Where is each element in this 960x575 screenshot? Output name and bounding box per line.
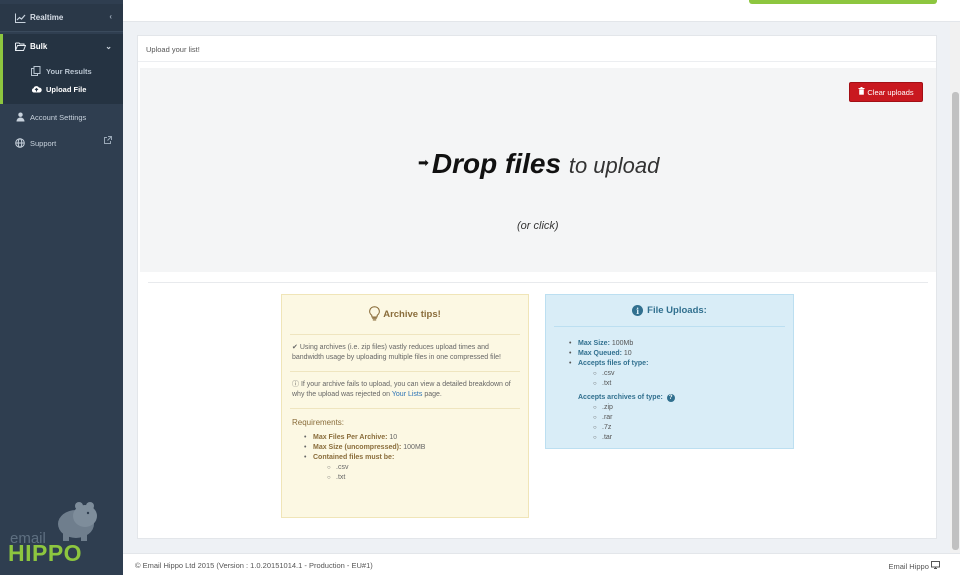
logo-word-hippo: HIPPO [8,540,83,566]
sidebar-subitem-label: Your Results [46,66,92,76]
accepts-archives-label: Accepts archives of type: ? [578,393,793,403]
sidebar-item-support[interactable]: Support [0,130,123,156]
sidebar-item-upload-file[interactable]: Upload File [3,80,123,98]
list-item: .txt [325,473,528,483]
footer: © Email Hippo Ltd 2015 (Version : 1.0.20… [123,553,960,575]
requirement-label: Max Files Per Archive: [313,434,388,441]
lightbulb-icon [369,305,381,324]
chart-line-icon [14,12,26,24]
list-item: Accepts files of type: .csv .txt [568,359,793,389]
chevron-left-icon: ‹ [109,12,112,21]
your-lists-link[interactable]: Your Lists [392,391,422,398]
sidebar-item-label: Bulk [30,41,48,51]
accepted-archive-types: .zip .rar .7z .tar [592,403,793,443]
archive-tips-card: Archive tips! ✔ Using archives (i.e. zip… [281,294,529,518]
requirement-label: Contained files must be: [313,454,395,461]
list-item: .txt [592,379,793,389]
email-hippo-logo: email HIPPO [8,500,108,570]
hippo-icon [58,502,97,541]
tip-archives-text: Using archives (i.e. zip files) vastly r… [292,344,501,361]
sidebar-item-realtime[interactable]: Realtime ‹ [0,4,123,32]
max-queued-value: 10 [623,350,632,357]
sidebar-item-label: Account Settings [30,112,87,122]
archive-tips-header: Archive tips! [290,295,520,335]
list-item: Max Queued: 10 [568,349,793,359]
panel-title: Upload your list! [138,36,936,62]
drop-bold-text: Drop files [431,148,562,179]
sidebar-item-your-results[interactable]: Your Results [3,62,123,80]
list-item: .zip [592,403,793,413]
requirements-title: Requirements: [292,418,345,427]
scrollbar-thumb[interactable] [952,92,959,550]
accepts-archives-text: Accepts archives of type: [578,394,663,401]
sidebar: Realtime ‹ Bulk ⌄ Your Results Upload Fi… [0,0,123,575]
top-action-button[interactable] [749,0,937,4]
list-item: .tar [592,433,793,443]
max-size-label: Max Size: [578,340,610,347]
max-queued-label: Max Queued: [578,350,622,357]
info-circle-icon: ⓘ [292,381,299,388]
copy-icon [30,66,42,76]
file-uploads-card: i File Uploads: Max Size: 100Mb Max Queu… [545,294,794,449]
list-item: Max Size (uncompressed): 100MB [302,443,528,453]
user-icon [14,111,26,123]
tip-archives: ✔ Using archives (i.e. zip files) vastly… [290,335,520,372]
accepted-file-types: .csv .txt [592,369,793,389]
list-item: .7z [592,423,793,433]
tip-failed-suffix: page. [424,391,442,398]
list-item: .csv [592,369,793,379]
sidebar-item-account-settings[interactable]: Account Settings [0,104,123,130]
requirement-value: 10 [389,434,398,441]
list-item: Max Files Per Archive: 10 [302,433,528,443]
sidebar-item-label: Support [30,138,57,148]
question-circle-icon[interactable]: ? [666,394,675,402]
trash-icon [858,87,865,97]
divider [148,282,928,283]
archive-tips-title: Archive tips! [383,309,441,320]
requirement-value: 100MB [403,444,426,451]
folder-open-icon [14,40,26,52]
requirements-list: Max Files Per Archive: 10 Max Size (unco… [302,433,528,483]
sidebar-item-bulk[interactable]: Bulk ⌄ [0,34,123,58]
file-uploads-header: i File Uploads: [554,295,785,327]
list-item: Contained files must be: .csv .txt [302,453,528,483]
external-link-icon [104,136,112,146]
list-item: .rar [592,413,793,423]
upload-panel: Upload your list! Clear uploads ➡ Drop fi… [137,35,937,539]
footer-brand-text: Email Hippo [888,562,929,571]
cloud-upload-icon [30,85,42,93]
monitor-icon [931,561,940,571]
clear-uploads-button[interactable]: Clear uploads [849,82,923,102]
sidebar-item-label: Realtime [30,13,64,22]
sidebar-subitem-label: Upload File [46,84,87,94]
globe-icon [14,137,26,149]
max-size-value: 100Mb [611,340,634,347]
requirement-label: Max Size (uncompressed): [313,444,402,451]
drop-headline: ➡ Drop files to upload [418,148,659,180]
file-uploads-title: File Uploads: [647,305,707,316]
list-item: Max Size: 100Mb [568,339,793,349]
accepts-files-label: Accepts files of type: [578,360,649,367]
info-icon: i [632,305,644,316]
footer-brand: Email Hippo [888,561,940,571]
top-bar [123,0,960,22]
list-item: .csv [325,463,528,473]
tip-failed-upload: ⓘ If your archive fails to upload, you c… [290,372,520,409]
arrow-right-icon: ➡ [418,155,429,170]
drop-light-text: to upload [568,153,660,178]
footer-copyright: © Email Hippo Ltd 2015 (Version : 1.0.20… [135,561,373,570]
contained-file-types: .csv .txt [325,463,528,483]
or-click-text: (or click) [517,220,559,232]
upload-limits-list: Max Size: 100Mb Max Queued: 10 Accepts f… [568,339,793,389]
file-dropzone[interactable]: Clear uploads ➡ Drop files to upload (or … [140,68,936,272]
archives-section: Accepts archives of type: ? .zip .rar .7… [568,393,793,443]
bulk-submenu: Your Results Upload File [0,58,123,104]
check-icon: ✔ [292,344,298,351]
chevron-down-icon: ⌄ [105,42,112,51]
clear-uploads-label: Clear uploads [867,87,914,97]
